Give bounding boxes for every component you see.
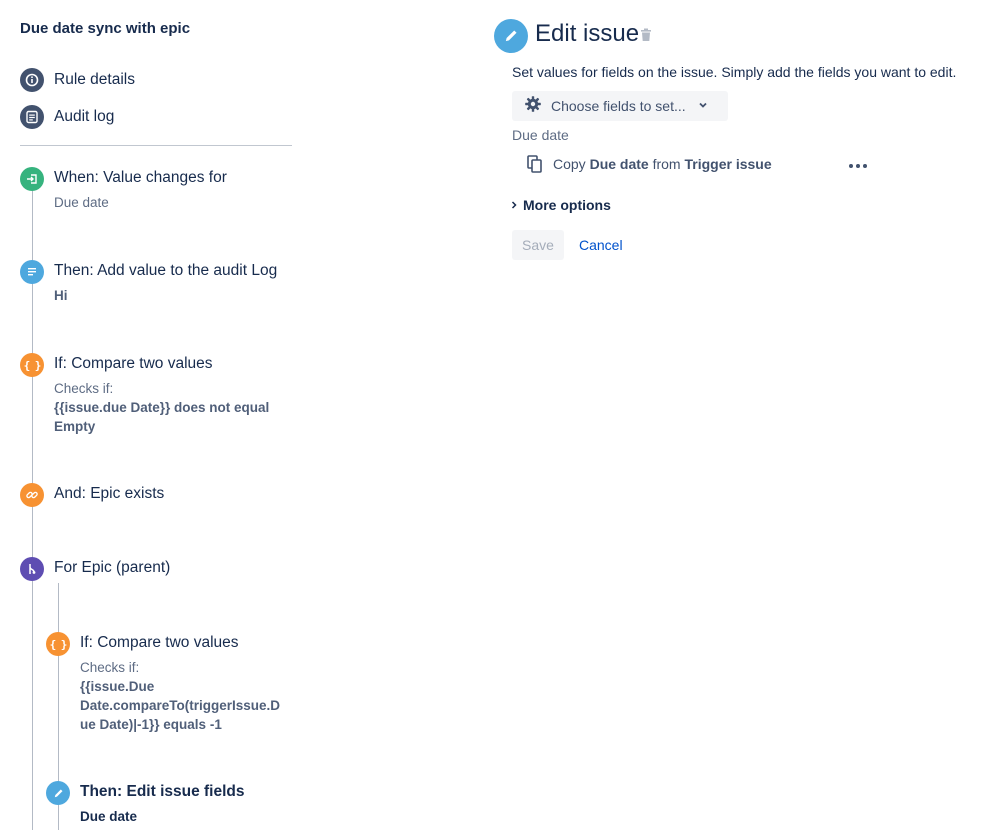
choose-fields-label: Choose fields to set... (551, 98, 686, 114)
nav-rule-details[interactable]: Rule details (20, 68, 135, 92)
field-label-due-date: Due date (512, 127, 569, 143)
step-edit-issue[interactable]: Then: Edit issue fields Due date (46, 781, 306, 826)
step-title: Then: Add value to the audit Log (54, 262, 278, 279)
list-icon (20, 105, 44, 129)
save-button[interactable]: Save (512, 230, 564, 260)
choose-fields-button[interactable]: Choose fields to set... (512, 91, 728, 121)
step-trigger[interactable]: When: Value changes for Due date (20, 167, 280, 217)
more-options-label: More options (523, 197, 611, 213)
rule-sidebar: Due date sync with epic Rule details Aud… (0, 0, 300, 830)
panel-description: Set values for fields on the issue. Simp… (512, 64, 957, 80)
divider (20, 145, 292, 146)
braces-icon: { } (20, 353, 44, 377)
branch-icon (20, 557, 44, 581)
step-condition[interactable]: { } If: Compare two values Checks if: {{… (20, 353, 280, 438)
trigger-icon (20, 167, 44, 191)
step-title: If: Compare two values (80, 634, 239, 651)
link-icon (20, 483, 44, 507)
step-title: If: Compare two values (54, 355, 213, 372)
step-detail: Checks if: {{issue.due Date}} does not e… (54, 381, 270, 434)
copy-icon (527, 155, 543, 173)
step-branch-condition[interactable]: { } If: Compare two values Checks if: {{… (46, 632, 306, 737)
step-title: For Epic (parent) (54, 559, 171, 576)
step-title: Then: Edit issue fields (80, 783, 245, 800)
braces-icon: { } (46, 632, 70, 656)
step-title: And: Epic exists (54, 485, 165, 502)
step-detail: Due date (54, 195, 109, 210)
step-detail: Checks if: {{issue.Due Date.compareTo(tr… (80, 660, 281, 732)
copy-from: from (652, 156, 681, 172)
pencil-icon (494, 19, 528, 53)
panel-title: Edit issue (535, 20, 640, 47)
nav-rule-details-label: Rule details (54, 71, 135, 88)
copy-field-value[interactable]: Copy Due date from Trigger issue (527, 155, 772, 173)
trash-icon[interactable] (640, 28, 654, 44)
more-options-toggle[interactable]: More options (511, 197, 611, 213)
copy-field: Due date (589, 156, 649, 172)
nav-audit-log[interactable]: Audit log (20, 105, 114, 129)
gear-icon (524, 95, 542, 118)
cancel-button[interactable]: Cancel (579, 237, 623, 253)
log-icon (20, 260, 44, 284)
copy-prefix: Copy (553, 156, 586, 172)
copy-source: Trigger issue (684, 156, 772, 172)
chevron-down-icon (698, 97, 708, 115)
step-title: When: Value changes for (54, 169, 227, 186)
step-detail: Hi (54, 288, 68, 303)
pencil-icon (46, 781, 70, 805)
more-icon[interactable] (848, 156, 868, 174)
step-epic-exists[interactable]: And: Epic exists (20, 483, 280, 511)
rule-title: Due date sync with epic (20, 20, 191, 37)
step-detail: Due date (80, 809, 138, 824)
info-icon (20, 68, 44, 92)
chevron-right-icon (511, 201, 517, 209)
step-log-action[interactable]: Then: Add value to the audit Log Hi (20, 260, 280, 310)
nav-audit-log-label: Audit log (54, 108, 115, 125)
step-branch[interactable]: For Epic (parent) (20, 557, 280, 585)
